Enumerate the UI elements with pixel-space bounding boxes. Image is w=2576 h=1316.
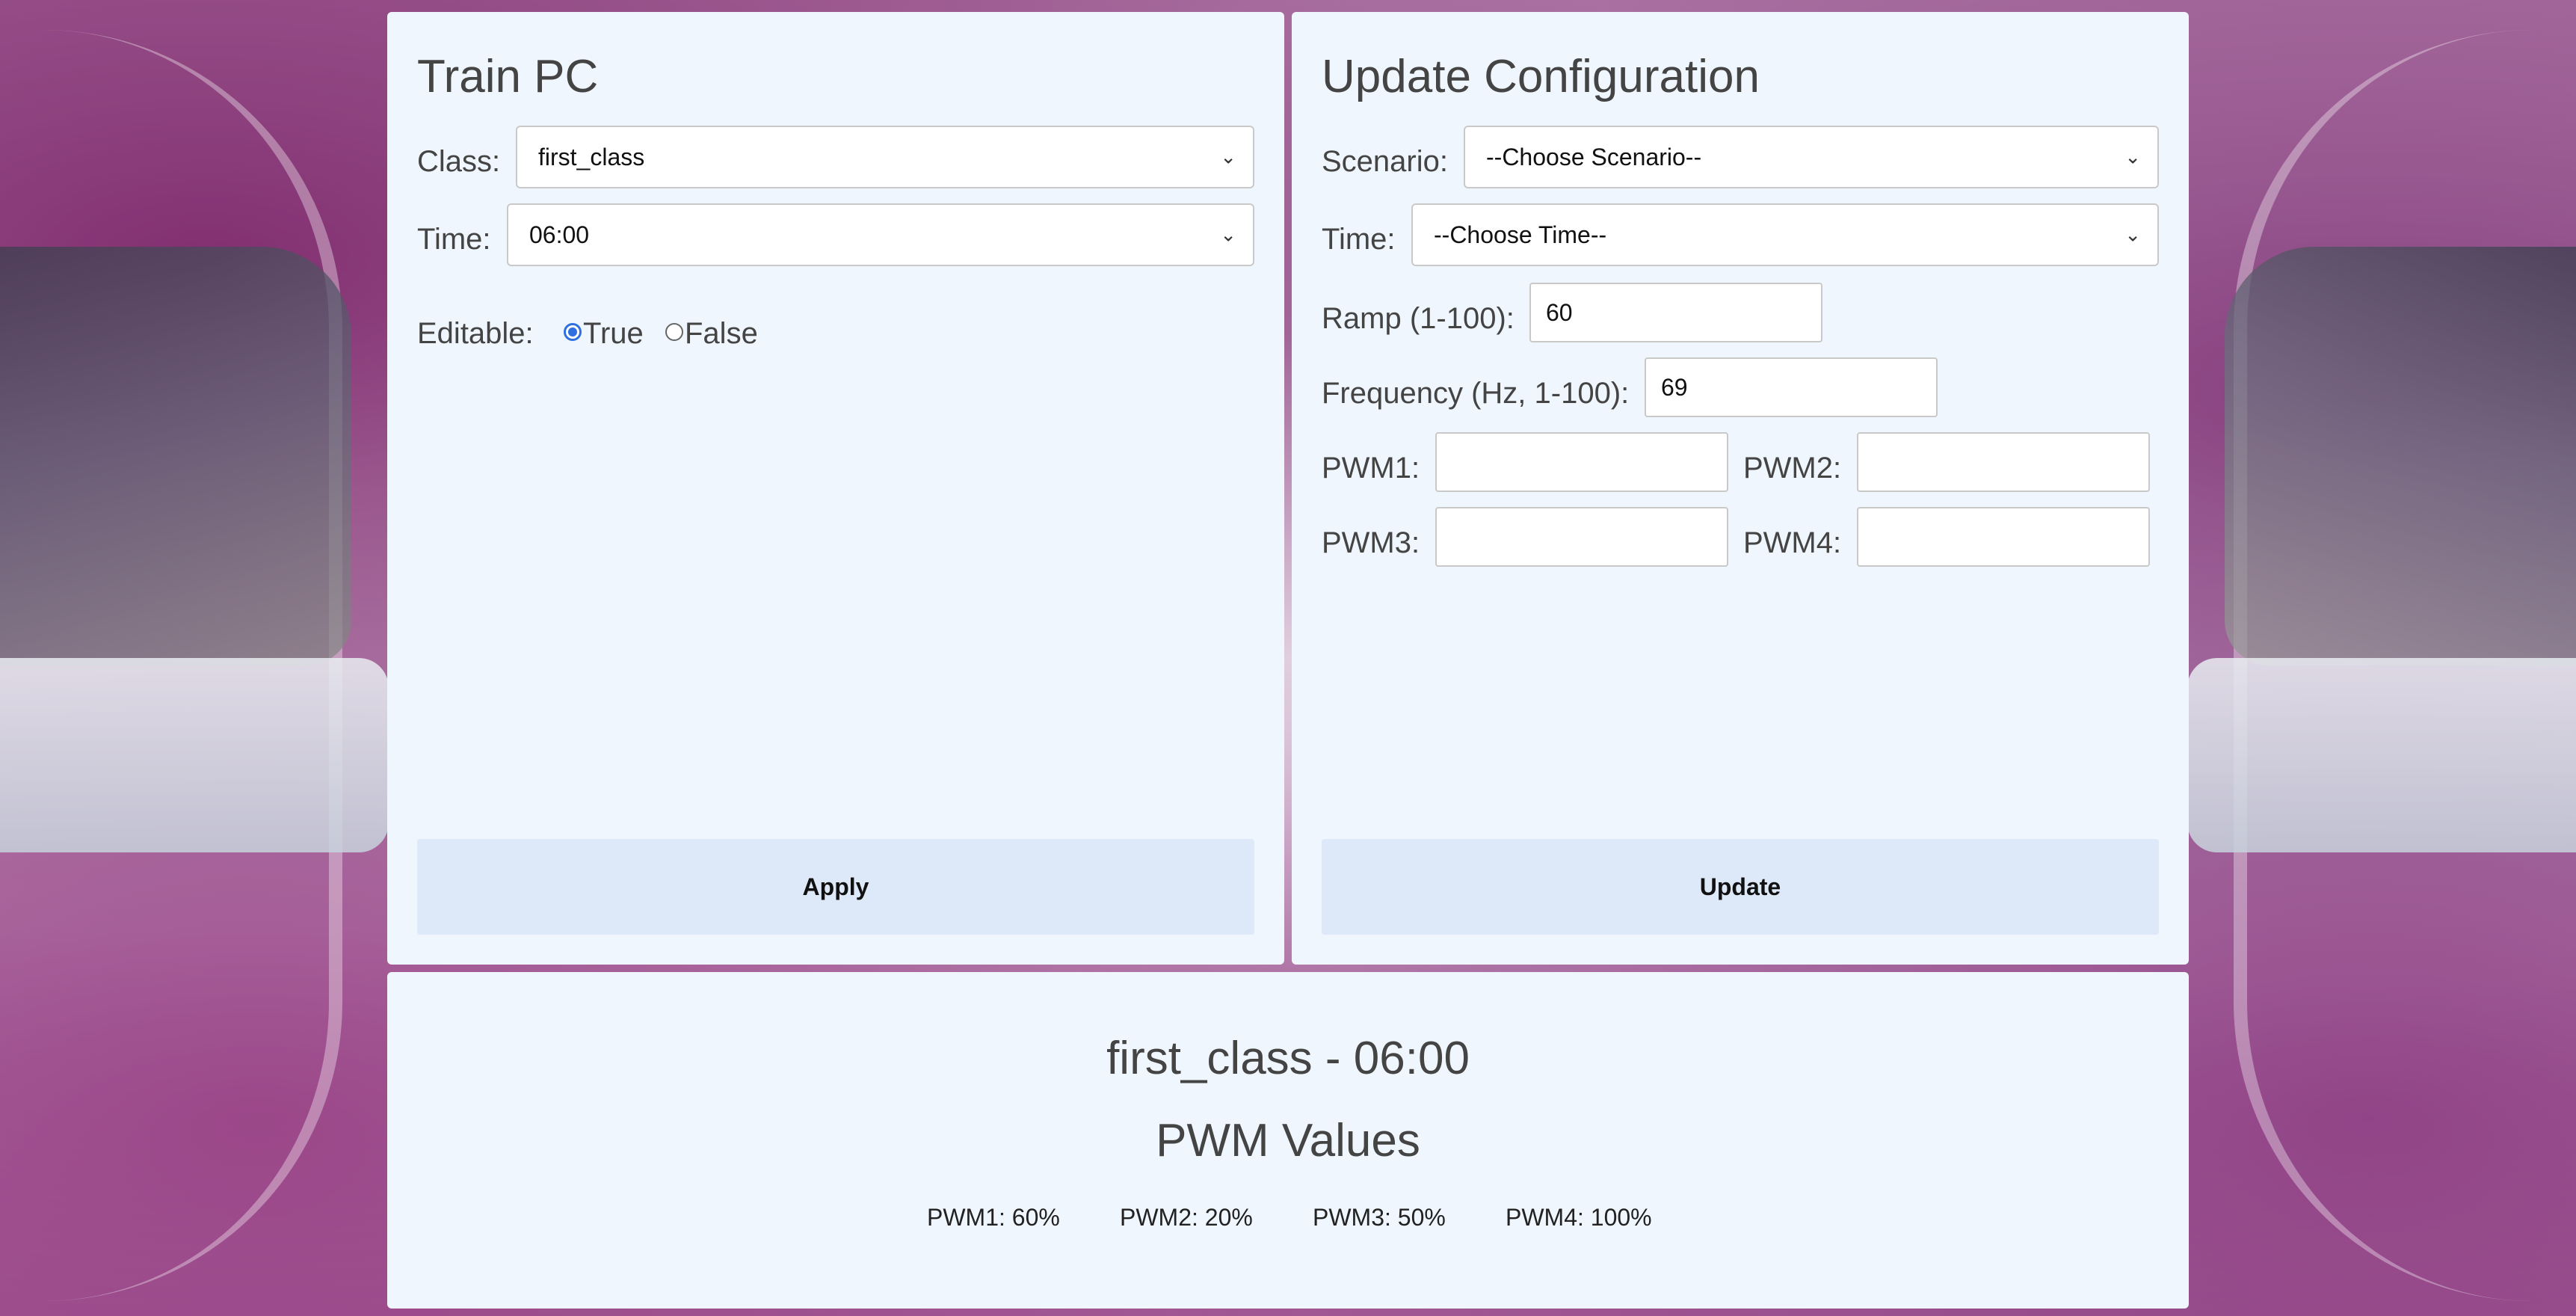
pwm4-input[interactable] bbox=[1857, 507, 2150, 567]
chevron-down-icon: ⌄ bbox=[1220, 145, 1236, 168]
background-arch-right bbox=[2234, 30, 2561, 1301]
config-time-select[interactable]: --Choose Time-- ⌄ bbox=[1411, 203, 2159, 266]
time-select[interactable]: 06:00 ⌄ bbox=[507, 203, 1254, 266]
pwm4-value: PWM4: 100% bbox=[1506, 1204, 1652, 1231]
pwm4-label: PWM4: bbox=[1743, 526, 1842, 559]
pwm2-label: PWM2: bbox=[1743, 452, 1842, 485]
update-configuration-title: Update Configuration bbox=[1322, 51, 1760, 102]
summary-subheading: PWM Values bbox=[1156, 1115, 1420, 1166]
background-seat-left bbox=[0, 658, 389, 852]
time-label: Time: bbox=[417, 223, 491, 256]
pwm-summary-panel: first_class - 06:00 PWM Values PWM1: 60%… bbox=[387, 972, 2189, 1309]
editable-false-label: False bbox=[685, 317, 758, 350]
pwm3-label: PWM3: bbox=[1322, 526, 1420, 559]
editable-label: Editable: bbox=[417, 317, 534, 350]
scenario-select-value: --Choose Scenario-- bbox=[1486, 143, 1702, 170]
update-button[interactable]: Update bbox=[1322, 839, 2159, 935]
class-select[interactable]: first_class ⌄ bbox=[516, 126, 1254, 188]
ramp-label: Ramp (1-100): bbox=[1322, 302, 1515, 335]
ramp-input[interactable]: 60 bbox=[1529, 283, 1822, 342]
chevron-down-icon: ⌄ bbox=[2124, 223, 2141, 246]
pwm3-input[interactable] bbox=[1435, 507, 1728, 567]
train-pc-panel: Train PC Class: first_class ⌄ Time: 06:0… bbox=[387, 12, 1284, 965]
editable-false-radio[interactable] bbox=[665, 323, 683, 341]
pwm1-input[interactable] bbox=[1435, 432, 1728, 492]
pwm2-input[interactable] bbox=[1857, 432, 2150, 492]
background-window-right bbox=[2225, 247, 2576, 665]
time-select-value: 06:00 bbox=[529, 221, 590, 248]
train-pc-title: Train PC bbox=[417, 51, 599, 102]
class-label: Class: bbox=[417, 145, 501, 178]
summary-heading: first_class - 06:00 bbox=[1106, 1033, 1470, 1084]
background-arch-left bbox=[15, 30, 342, 1301]
pwm2-value: PWM2: 20% bbox=[1120, 1204, 1253, 1231]
frequency-label: Frequency (Hz, 1-100): bbox=[1322, 377, 1630, 410]
chevron-down-icon: ⌄ bbox=[1220, 223, 1236, 246]
apply-button[interactable]: Apply bbox=[417, 839, 1254, 935]
background-seat-right bbox=[2187, 658, 2576, 852]
class-select-value: first_class bbox=[538, 143, 645, 170]
editable-true-label: True bbox=[583, 317, 644, 350]
pwm1-value: PWM1: 60% bbox=[927, 1204, 1060, 1231]
editable-true-radio[interactable] bbox=[564, 323, 582, 341]
pwm1-label: PWM1: bbox=[1322, 452, 1420, 485]
background-window-left bbox=[0, 247, 351, 665]
scenario-select[interactable]: --Choose Scenario-- ⌄ bbox=[1464, 126, 2159, 188]
config-time-select-value: --Choose Time-- bbox=[1434, 221, 1607, 248]
scenario-label: Scenario: bbox=[1322, 145, 1448, 178]
chevron-down-icon: ⌄ bbox=[2124, 145, 2141, 168]
update-configuration-panel: Update Configuration Scenario: --Choose … bbox=[1292, 12, 2189, 965]
config-time-label: Time: bbox=[1322, 223, 1396, 256]
pwm3-value: PWM3: 50% bbox=[1313, 1204, 1446, 1231]
frequency-input[interactable]: 69 bbox=[1645, 357, 1938, 417]
